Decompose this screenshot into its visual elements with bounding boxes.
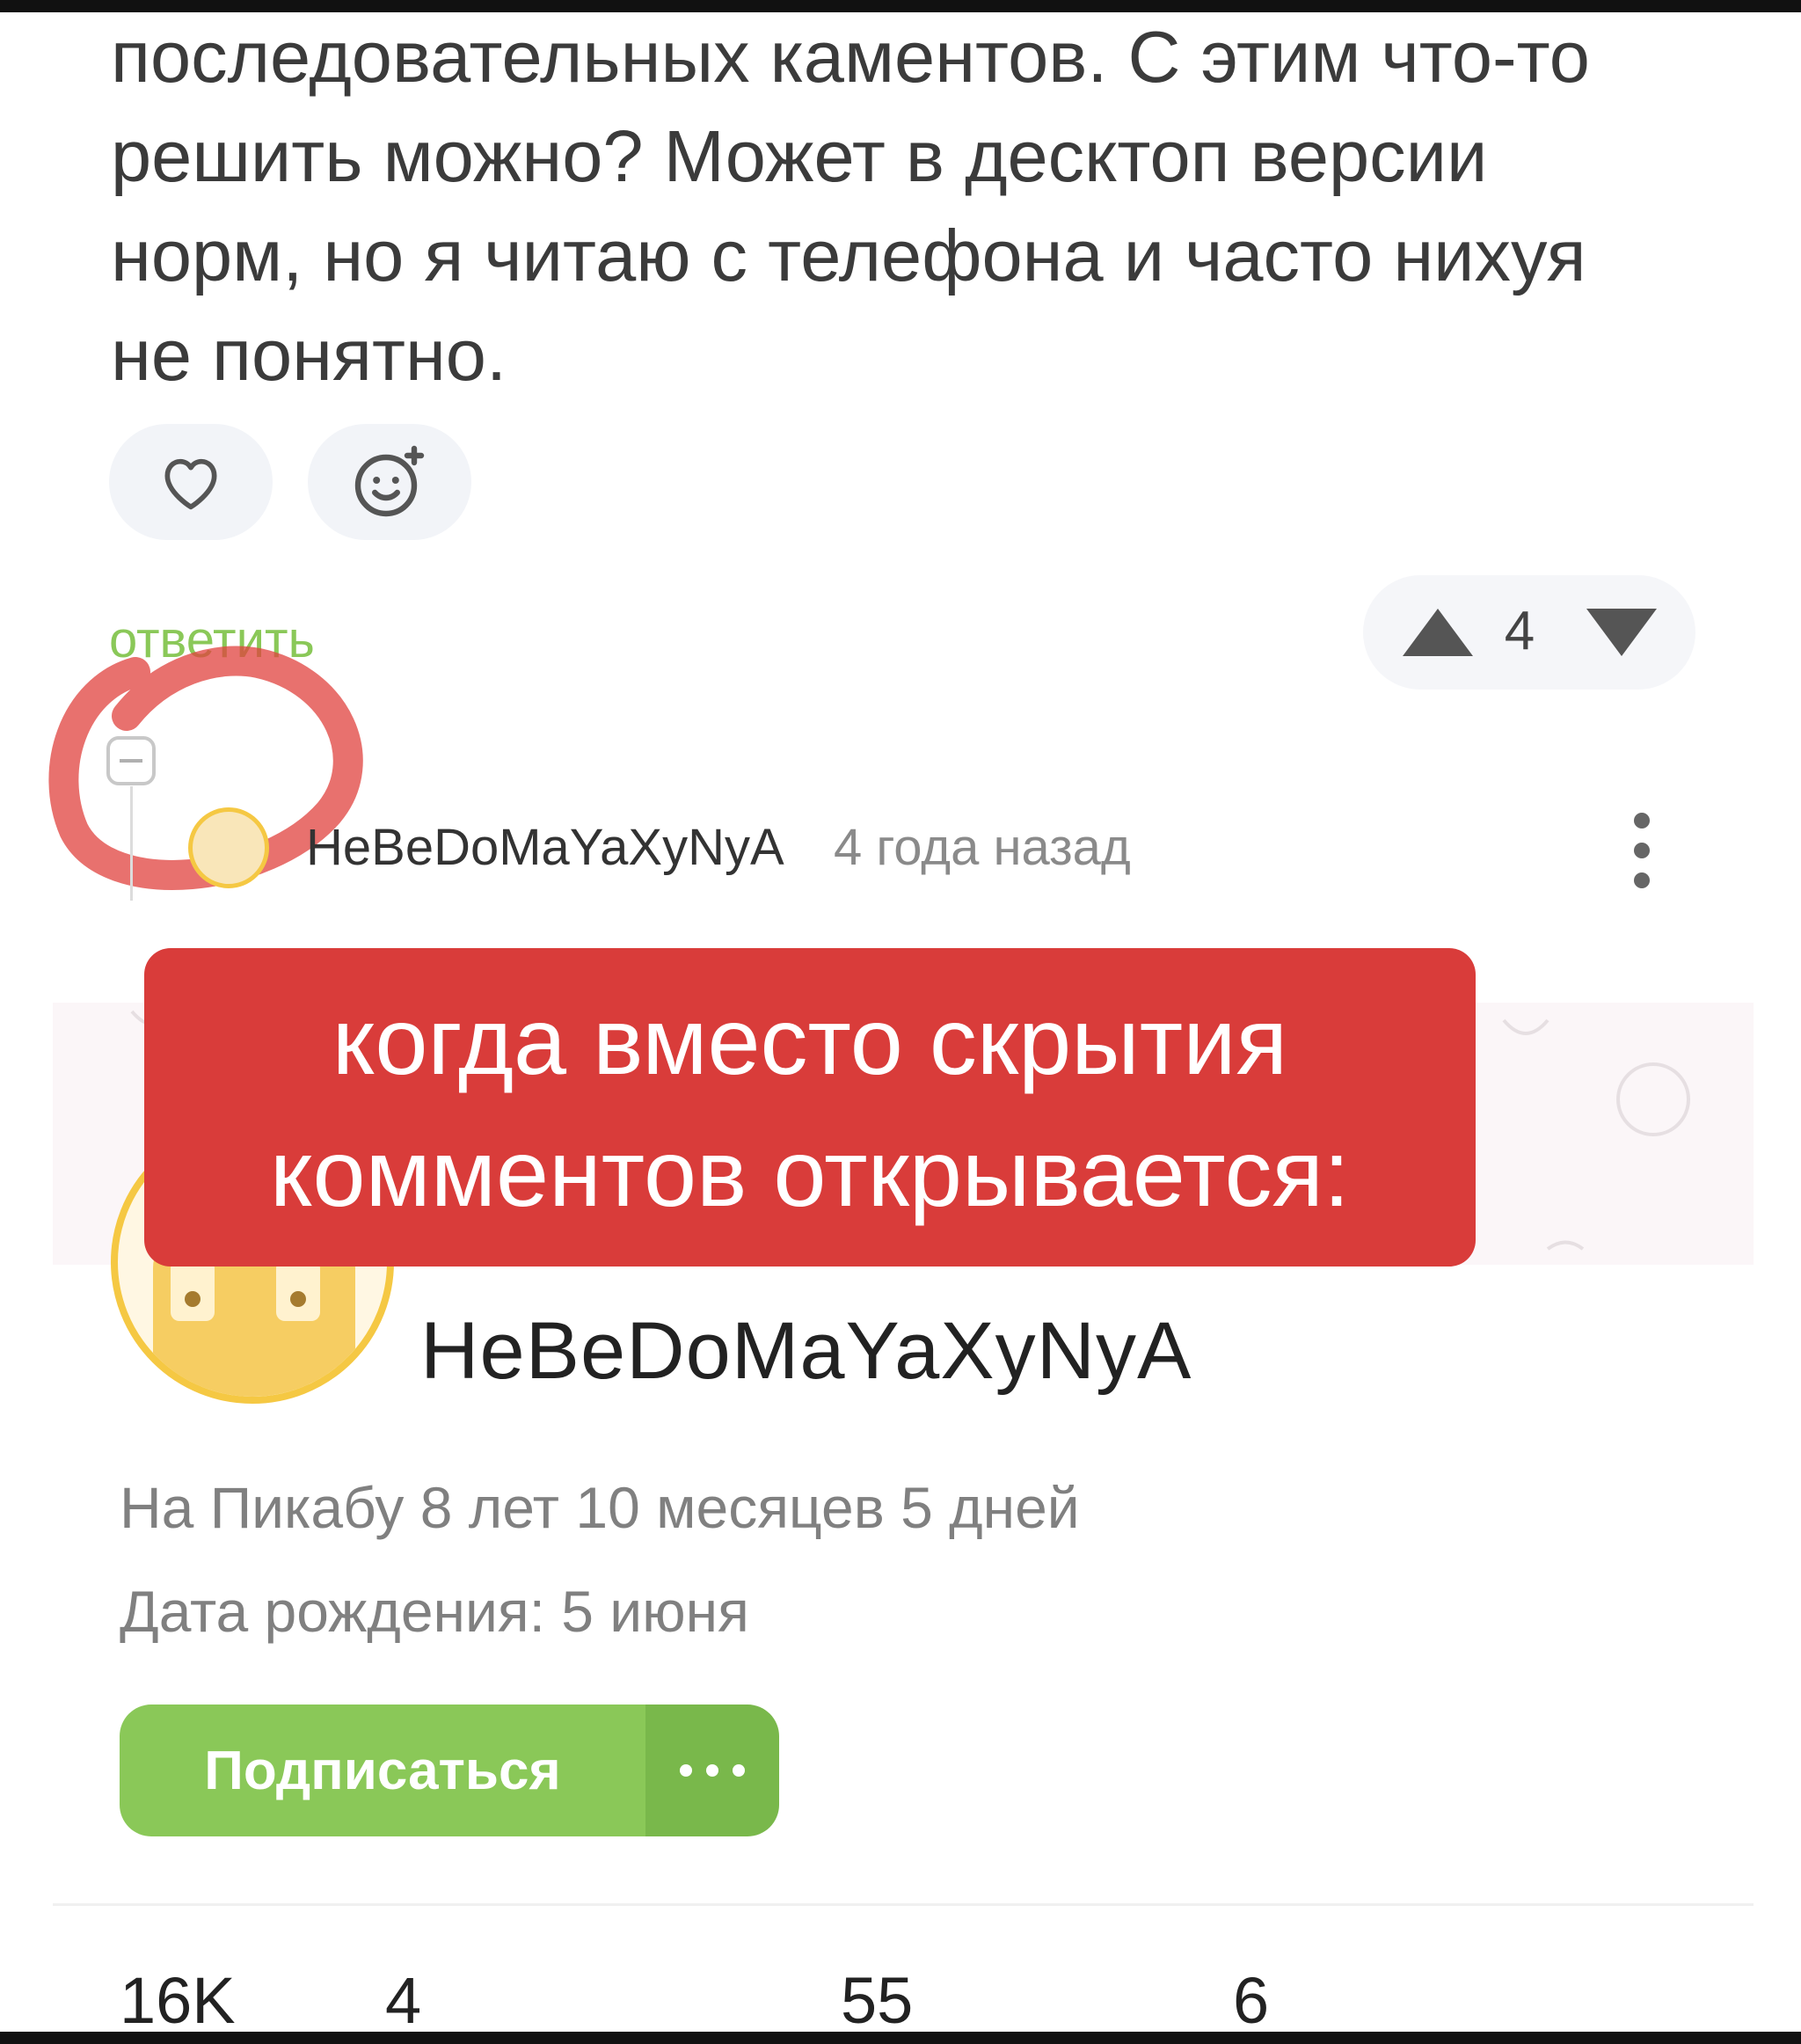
meme-caption: когда вместо скрытия комментов открывает… (144, 948, 1476, 1267)
comment-line: последовательных каментов. С этим что-то (111, 16, 1590, 98)
add-reaction-button[interactable] (308, 424, 471, 540)
stat-value: 4 (385, 1964, 422, 2032)
divider (53, 1903, 1754, 1906)
caption-line: когда вместо скрытия (332, 988, 1288, 1094)
rating-control: 4 (1363, 575, 1695, 690)
emoji-add-icon (354, 445, 425, 517)
subscribe-button[interactable]: Подписаться (120, 1705, 645, 1836)
profile-birthday: Дата рождения: 5 июня (120, 1579, 749, 1644)
upvote-icon[interactable] (1401, 607, 1475, 658)
minus-square-icon[interactable] (106, 735, 157, 786)
stat-value: 6 (1233, 1964, 1270, 2032)
comment-author[interactable]: HeBeDoMaYaXyNyA (306, 818, 784, 877)
subscribe-group: Подписаться (120, 1705, 779, 1836)
rating-value: 4 (1504, 601, 1535, 661)
comment-line: не понятно. (111, 314, 507, 396)
comment-time: 4 года назад (834, 819, 1131, 876)
avatar[interactable] (188, 807, 269, 888)
heart-icon (164, 458, 217, 510)
profile-on-site: На Пикабу 8 лет 10 месяцев 5 дней (120, 1475, 1080, 1540)
caption-line: комментов открывается: (270, 1120, 1350, 1226)
more-dots-icon[interactable] (645, 1705, 779, 1836)
kebab-menu-icon[interactable] (1629, 813, 1655, 901)
profile-name: HeBeDoMaYaXyNyA (420, 1306, 1192, 1396)
stat-value: 16K (120, 1964, 236, 2032)
comment-line: норм, но я читаю с телефона и часто ниху… (111, 215, 1586, 296)
comment-line: решить можно? Может в десктоп версии (111, 115, 1488, 197)
comment-body: последовательных каментов. С этим что-то… (111, 12, 1729, 405)
thread-line (130, 786, 133, 901)
stat-value: 55 (841, 1964, 914, 2032)
downvote-icon[interactable] (1585, 607, 1659, 658)
screen: последовательных каментов. С этим что-то… (0, 12, 1801, 2032)
like-button[interactable] (109, 424, 273, 540)
